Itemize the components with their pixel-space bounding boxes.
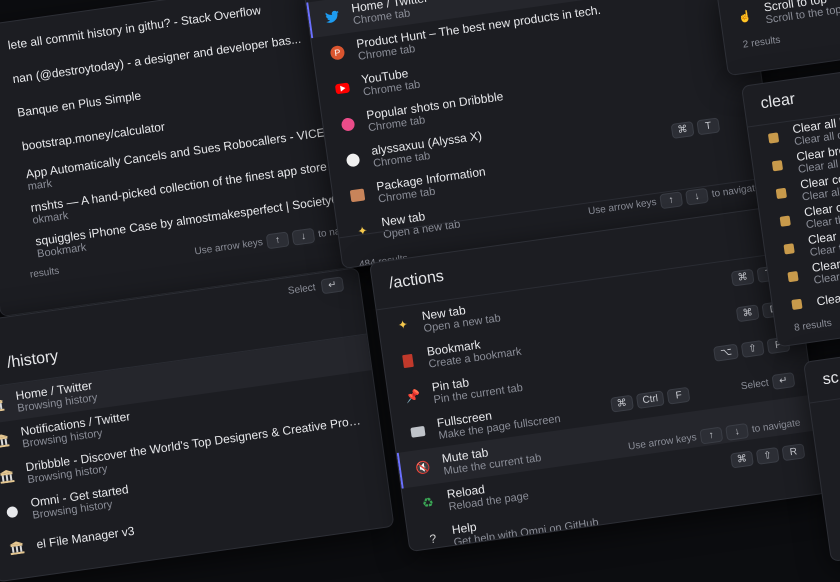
bookmark-icon xyxy=(0,107,7,125)
fullscreen-icon xyxy=(409,423,427,441)
up-key: ↑ xyxy=(699,426,724,444)
shortcut-key: F xyxy=(666,386,691,405)
select-label: Select xyxy=(287,281,317,297)
select-label: Select xyxy=(740,377,770,392)
item-text: el File Manager v3 xyxy=(36,524,136,552)
shortcut-key: ⌥ xyxy=(713,343,739,362)
bookmark-icon xyxy=(3,208,21,226)
key-icon xyxy=(784,268,802,286)
dribbble-icon xyxy=(338,115,356,133)
history-icon xyxy=(8,538,26,556)
shortcut-key: R xyxy=(781,442,806,461)
scroll-panel: ☝Scroll to topScroll to the top of the 2… xyxy=(716,0,840,77)
bookmark-icon xyxy=(0,174,16,192)
t-key: T xyxy=(696,117,721,136)
history-icon xyxy=(0,396,6,414)
bookmark-icon xyxy=(399,351,417,369)
twitter-icon xyxy=(323,8,341,26)
reload-icon: ♻ xyxy=(421,494,435,511)
github-icon xyxy=(343,151,361,169)
broom-icon xyxy=(765,129,783,147)
select-hint: Select ↵ xyxy=(740,371,796,394)
enter-key: ↵ xyxy=(771,371,796,390)
up-key: ↑ xyxy=(265,230,290,249)
cmd-key: ⌘ xyxy=(670,121,695,139)
shortcut-key: Ctrl xyxy=(635,389,665,409)
sparkles-icon: ✦ xyxy=(396,317,409,333)
pin-icon: 📌 xyxy=(404,388,422,405)
hint-label: Use arrow keys xyxy=(627,431,698,453)
pointing-up-icon: ☝ xyxy=(737,9,753,24)
search-input[interactable]: sc xyxy=(804,335,840,404)
shortcut-key: ⌘ xyxy=(609,394,634,413)
item-title: Clear xyxy=(815,290,840,309)
bookmark-icon xyxy=(0,140,11,158)
stage: lete all commit history in githu? - Stac… xyxy=(0,0,840,582)
youtube-icon xyxy=(333,79,351,97)
box-icon xyxy=(780,240,798,258)
shortcut-key: ⇧ xyxy=(740,339,765,358)
bookmark-icon xyxy=(7,241,25,259)
help-icon: ? xyxy=(428,531,438,547)
nav-label: to navigate xyxy=(751,417,802,435)
calendar-icon xyxy=(768,157,786,175)
history-icon xyxy=(0,431,11,449)
item-title: el File Manager v3 xyxy=(35,523,136,552)
item-text: YouTube Chrome tab xyxy=(360,65,421,98)
cache-icon xyxy=(776,212,794,230)
nav-label: to navigate xyxy=(711,181,762,200)
producthunt-icon: P xyxy=(328,44,346,62)
down-key: ↓ xyxy=(685,187,709,206)
results-count: results xyxy=(29,265,60,281)
history-panel: Select ↵ /history Home / Twitter Browsing… xyxy=(0,267,395,582)
actions-panel: /actions ✦New tabOpen a new tab⌘TBookmar… xyxy=(369,204,828,553)
omni-icon xyxy=(3,503,21,521)
shortcut-key: ⌘ xyxy=(729,450,754,468)
up-key: ↑ xyxy=(659,190,684,209)
hint-label: Use arrow keys xyxy=(193,236,264,257)
cookie-icon xyxy=(772,184,790,202)
shortcut-key: ⇧ xyxy=(755,446,780,465)
item-text: Clear xyxy=(816,291,840,309)
bookmark-icon xyxy=(0,73,2,91)
package-icon xyxy=(348,186,366,204)
shortcut: ⌘ Ctrl F xyxy=(609,386,691,413)
star-icon xyxy=(788,295,806,313)
shortcut-key: ⌘ xyxy=(730,268,755,287)
history-icon xyxy=(0,467,16,485)
shortcut: ⌘ ⇧ R xyxy=(729,442,806,468)
item-text: New tab Open a new tab xyxy=(421,298,502,335)
shortcut-key: ⌘ xyxy=(735,303,760,322)
down-key: ↓ xyxy=(291,227,316,246)
enter-key: ↵ xyxy=(320,275,345,294)
down-key: ↓ xyxy=(725,422,750,441)
